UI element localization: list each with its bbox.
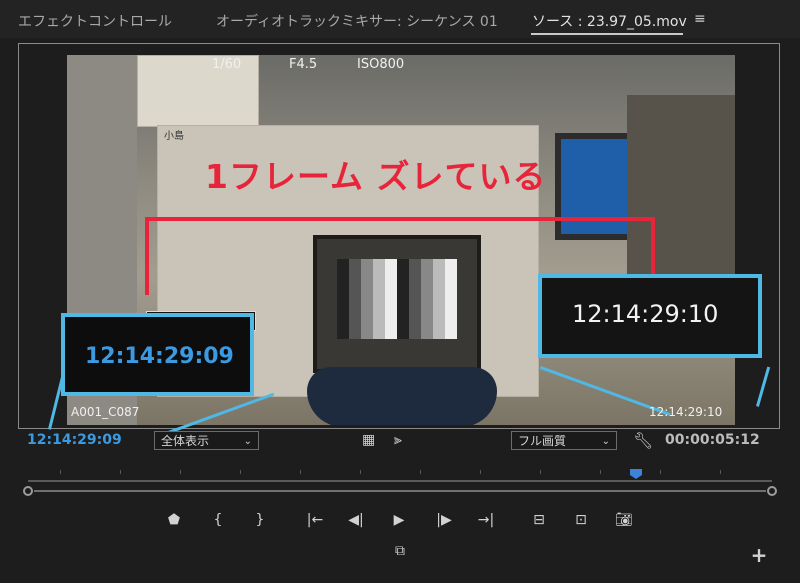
wrench-icon[interactable]: 🔧︎: [633, 431, 653, 450]
go-to-in-icon[interactable]: |←: [305, 512, 325, 528]
step-forward-icon[interactable]: |▶: [434, 512, 454, 528]
zoom-scroll-handle-left[interactable]: [23, 486, 33, 496]
ruler-tick: [540, 470, 541, 474]
playhead-marker[interactable]: [630, 469, 642, 479]
ruler-tick: [660, 470, 661, 474]
camera-shutter-label: 1/60: [212, 57, 242, 72]
ruler-tick: [600, 470, 601, 474]
right-timecode-value: 12:14:29:10: [572, 300, 719, 328]
playback-resolution-select[interactable]: フル画質 ⌄: [511, 431, 617, 450]
ruler-tick: [300, 470, 301, 474]
play-icon[interactable]: ▶: [389, 512, 409, 528]
add-button[interactable]: +: [749, 543, 769, 567]
ruler-tick: [240, 470, 241, 474]
ruler-tick: [420, 470, 421, 474]
clip-name-label: A001_C087: [71, 405, 140, 419]
chair: [307, 367, 497, 425]
zoom-scroll-bar[interactable]: [34, 490, 766, 492]
ruler-tick: [120, 470, 121, 474]
active-tab-indicator: [531, 33, 683, 35]
chevron-down-icon: ⌄: [601, 436, 610, 447]
step-back-icon[interactable]: ◀|: [346, 512, 366, 528]
overwrite-icon[interactable]: ⊡: [571, 512, 591, 528]
tab-audio-track-mixer[interactable]: オーディオトラックミキサー: シーケンス 01: [216, 11, 498, 31]
mark-in-icon[interactable]: {: [208, 512, 228, 528]
add-marker-icon[interactable]: ⬟: [164, 512, 184, 528]
panel-tab-bar: エフェクトコントロール オーディオトラックミキサー: シーケンス 01 ソース …: [0, 0, 800, 38]
ruler-tick: [180, 470, 181, 474]
ruler-tick: [480, 470, 481, 474]
duration-timecode: 00:00:05:12: [665, 432, 760, 448]
playback-resolution-value: フル画質: [518, 434, 567, 448]
camera-aperture-label: F4.5: [289, 57, 318, 72]
tab-source[interactable]: ソース : 23.97_05.mov: [532, 11, 687, 31]
mark-out-icon[interactable]: }: [250, 512, 270, 528]
tab-effect-controls[interactable]: エフェクトコントロール: [18, 11, 172, 31]
chevron-down-icon: ⌄: [243, 436, 252, 447]
ruler-tick: [360, 470, 361, 474]
film-strip-icon[interactable]: ▦: [362, 432, 375, 448]
ruler-tick: [720, 470, 721, 474]
clip-timecode-label: 12:14:29:10: [649, 405, 723, 419]
right-timecode-callout: 12:14:29:10: [538, 274, 762, 358]
annotation-title: 1フレーム ズレている: [205, 157, 547, 196]
ruler-tick: [60, 470, 61, 474]
playhead-timecode[interactable]: 12:14:29:09: [27, 432, 122, 448]
camera-iso-label: ISO800: [357, 57, 405, 72]
go-to-out-icon[interactable]: →|: [476, 512, 496, 528]
insert-icon[interactable]: ⊟: [529, 512, 549, 528]
audio-waveform-icon[interactable]: ⫸: [394, 432, 402, 448]
hamburger-icon[interactable]: ≡: [694, 11, 706, 27]
toggle-proxies-icon[interactable]: ⧉: [390, 543, 410, 559]
time-ruler[interactable]: [28, 480, 772, 482]
zoom-scroll-handle-right[interactable]: [767, 486, 777, 496]
sticker-label: 小島: [164, 131, 184, 142]
left-timecode-value: 12:14:29:09: [85, 344, 234, 369]
zoom-level-value: 全体表示: [161, 434, 210, 448]
export-frame-icon[interactable]: 📷︎: [614, 512, 634, 528]
zoom-level-select[interactable]: 全体表示 ⌄: [154, 431, 259, 450]
left-timecode-callout: 12:14:29:09: [61, 313, 254, 396]
